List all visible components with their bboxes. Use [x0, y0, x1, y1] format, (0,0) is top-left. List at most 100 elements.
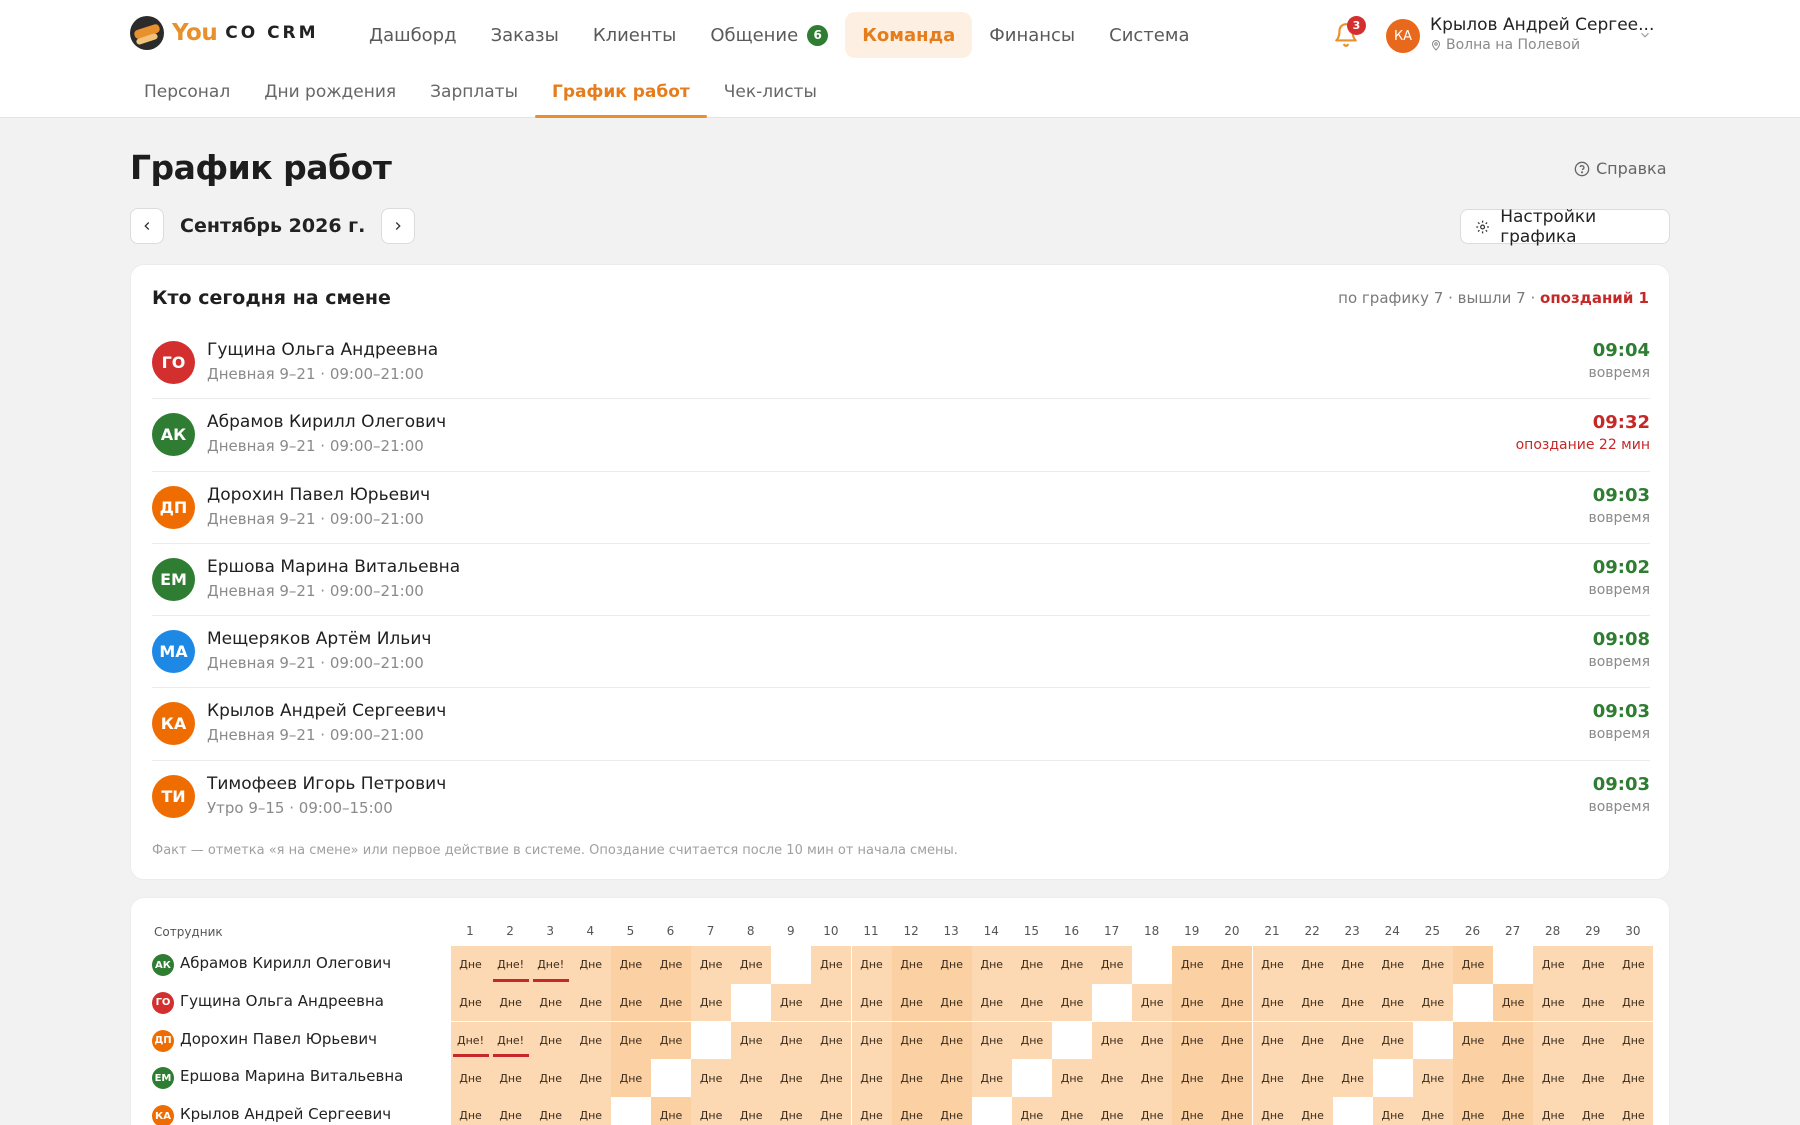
schedule-cell[interactable]: Дне: [610, 983, 651, 1022]
schedule-cell[interactable]: Дне: [570, 983, 611, 1022]
schedule-cell[interactable]: Дне: [1172, 983, 1213, 1022]
schedule-cell[interactable]: Дне: [891, 1059, 932, 1097]
nav-item-orders[interactable]: Заказы: [474, 12, 576, 58]
schedule-cell[interactable]: Дне: [811, 946, 852, 984]
nav-item-dashboard[interactable]: Дашборд: [352, 12, 474, 58]
schedule-cell[interactable]: Дне: [1052, 1059, 1092, 1097]
schedule-cell-off[interactable]: [691, 1021, 732, 1060]
schedule-cell[interactable]: Дне: [1573, 983, 1614, 1022]
schedule-cell[interactable]: Дне: [851, 1097, 892, 1125]
tab-staff[interactable]: Персонал: [127, 70, 247, 118]
help-link[interactable]: Справка: [1574, 159, 1667, 178]
schedule-cell-off[interactable]: [610, 1097, 651, 1125]
schedule-cell[interactable]: Дне: [651, 1097, 691, 1125]
schedule-cell[interactable]: Дне: [1533, 946, 1574, 984]
list-item[interactable]: ТИ Тимофеев Игорь Петрович Утро 9–15 · 0…: [152, 761, 1650, 833]
list-item[interactable]: МА Мещеряков Артём Ильич Дневная 9–21 · …: [152, 616, 1650, 689]
schedule-cell-off[interactable]: [971, 1097, 1012, 1125]
schedule-cell[interactable]: Дне: [570, 1097, 611, 1125]
schedule-cell[interactable]: Дне: [651, 946, 691, 984]
user-menu[interactable]: КА Крылов Андрей Сергее... Волна на Поле…: [1386, 15, 1656, 57]
schedule-cell[interactable]: Дне: [1412, 983, 1453, 1022]
schedule-cell[interactable]: Дне: [1011, 1097, 1052, 1125]
schedule-cell[interactable]: Дне: [1092, 1059, 1133, 1097]
nav-item-clients[interactable]: Клиенты: [576, 12, 694, 58]
schedule-cell[interactable]: Дне: [1172, 1097, 1213, 1125]
schedule-cell[interactable]: Дне: [771, 1059, 812, 1097]
tab-schedule[interactable]: График работ: [535, 70, 707, 118]
schedule-cell[interactable]: Дне: [1573, 946, 1614, 984]
schedule-cell[interactable]: Дне: [1092, 1097, 1133, 1125]
schedule-cell[interactable]: Дне: [1052, 983, 1092, 1022]
schedule-cell[interactable]: Дне: [1493, 1059, 1534, 1097]
schedule-cell[interactable]: Дне: [1092, 946, 1133, 984]
app-logo[interactable]: You CO CRM: [130, 16, 319, 50]
schedule-cell[interactable]: Дне: [931, 1021, 972, 1060]
schedule-cell[interactable]: Дне: [651, 1021, 691, 1060]
schedule-cell[interactable]: Дне: [971, 946, 1012, 984]
schedule-cell[interactable]: Дне: [931, 983, 972, 1022]
schedule-cell-off[interactable]: [731, 983, 772, 1022]
schedule-cell[interactable]: Дне: [530, 1097, 571, 1125]
nav-item-team[interactable]: Команда: [845, 12, 973, 58]
schedule-cell[interactable]: Дне: [1052, 946, 1092, 984]
schedule-cell[interactable]: Дне: [530, 1059, 571, 1097]
schedule-cell[interactable]: Дне: [1172, 1021, 1213, 1060]
schedule-cell[interactable]: Дне: [1412, 1097, 1453, 1125]
schedule-cell[interactable]: Дне: [731, 1059, 772, 1097]
schedule-cell[interactable]: Дне: [971, 1021, 1012, 1060]
schedule-cell-off[interactable]: [651, 1059, 691, 1097]
schedule-cell-off[interactable]: [1011, 1059, 1052, 1097]
schedule-cell-off[interactable]: [771, 946, 812, 984]
schedule-cell[interactable]: Дне: [570, 1059, 611, 1097]
schedule-cell[interactable]: Дне: [1252, 1059, 1293, 1097]
schedule-cell[interactable]: Дне: [851, 946, 892, 984]
schedule-cell[interactable]: Дне!: [490, 1021, 531, 1060]
schedule-cell[interactable]: Дне: [1533, 983, 1574, 1022]
tab-checklists[interactable]: Чек-листы: [707, 70, 834, 118]
schedule-cell[interactable]: Дне: [1132, 1021, 1173, 1060]
schedule-cell[interactable]: Дне: [1011, 946, 1052, 984]
schedule-cell[interactable]: Дне: [891, 983, 932, 1022]
schedule-cell[interactable]: Дне: [1332, 1059, 1373, 1097]
schedule-cell[interactable]: Дне: [1332, 1021, 1373, 1060]
schedule-cell[interactable]: Дне: [1493, 983, 1534, 1022]
schedule-cell[interactable]: Дне: [851, 1021, 892, 1060]
schedule-cell-off[interactable]: [1092, 983, 1133, 1022]
prev-month-button[interactable]: [130, 208, 164, 244]
schedule-cell[interactable]: Дне: [610, 1021, 651, 1060]
schedule-cell[interactable]: Дне: [1212, 1059, 1253, 1097]
next-month-button[interactable]: [381, 208, 416, 244]
schedule-cell[interactable]: Дне: [1252, 983, 1293, 1022]
schedule-cell[interactable]: Дне: [570, 946, 611, 984]
schedule-cell[interactable]: Дне: [1332, 983, 1373, 1022]
tab-salaries[interactable]: Зарплаты: [413, 70, 535, 118]
schedule-cell[interactable]: Дне: [530, 1021, 571, 1060]
schedule-cell[interactable]: Дне!: [450, 1021, 491, 1060]
chevron-down-icon[interactable]: [1638, 28, 1652, 42]
schedule-cell[interactable]: Дне: [1092, 1021, 1133, 1060]
schedule-cell[interactable]: Дне: [1172, 1059, 1213, 1097]
schedule-cell[interactable]: Дне: [490, 983, 531, 1022]
schedule-cell[interactable]: Дне: [811, 1059, 852, 1097]
schedule-cell-off[interactable]: [1372, 1059, 1413, 1097]
schedule-cell[interactable]: Дне: [1613, 1097, 1654, 1125]
list-item[interactable]: ДП Дорохин Павел Юрьевич Дневная 9–21 · …: [152, 472, 1650, 544]
schedule-cell[interactable]: Дне: [1613, 983, 1654, 1022]
schedule-cell[interactable]: Дне: [1573, 1097, 1614, 1125]
schedule-cell[interactable]: Дне: [1132, 1059, 1173, 1097]
schedule-cell[interactable]: Дне: [1533, 1097, 1574, 1125]
schedule-cell[interactable]: Дне: [610, 946, 651, 984]
schedule-cell[interactable]: Дне: [1533, 1059, 1574, 1097]
list-item[interactable]: КА Крылов Андрей Сергеевич Дневная 9–21 …: [152, 688, 1650, 761]
schedule-cell[interactable]: Дне: [530, 983, 571, 1022]
schedule-cell[interactable]: Дне: [1212, 946, 1253, 984]
nav-item-finance[interactable]: Финансы: [972, 12, 1092, 58]
schedule-cell[interactable]: Дне: [1212, 1021, 1253, 1060]
list-item[interactable]: ЕМ Ершова Марина Витальевна Дневная 9–21…: [152, 544, 1650, 617]
schedule-cell[interactable]: Дне: [771, 1097, 812, 1125]
schedule-cell[interactable]: Дне: [1372, 983, 1413, 1022]
schedule-cell[interactable]: Дне: [691, 1059, 732, 1097]
schedule-cell[interactable]: Дне: [450, 946, 491, 984]
nav-item-communication[interactable]: Общение 6: [693, 12, 845, 58]
